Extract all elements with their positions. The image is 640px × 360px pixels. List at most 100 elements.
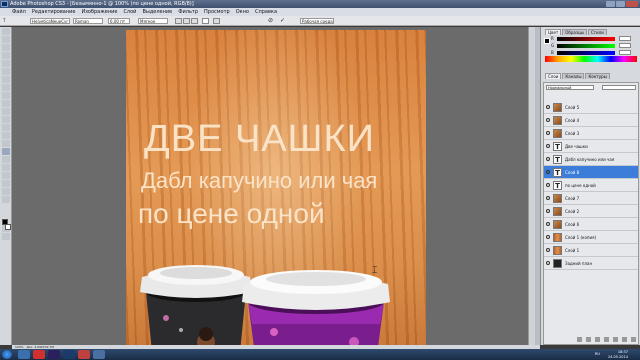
layer-style-icon[interactable]	[586, 337, 591, 342]
visibility-eye-icon[interactable]	[546, 209, 550, 213]
slider-b-bar[interactable]	[557, 51, 615, 55]
new-group-icon[interactable]	[613, 337, 618, 342]
visibility-eye-icon[interactable]	[546, 183, 550, 187]
vertical-scrollbar[interactable]	[528, 27, 535, 345]
layer-row[interactable]: Слой 7	[544, 192, 638, 205]
color-spectrum[interactable]	[545, 56, 637, 62]
stamp-tool-icon[interactable]	[2, 92, 10, 99]
visibility-eye-icon[interactable]	[546, 170, 550, 174]
visibility-eye-icon[interactable]	[546, 248, 550, 252]
adjustment-layer-icon[interactable]	[604, 337, 609, 342]
menu-layer[interactable]: Слой	[123, 8, 136, 16]
align-center-button[interactable]	[183, 18, 190, 24]
layer-row[interactable]: Слой 2	[544, 205, 638, 218]
layer-row[interactable]: Задний план	[544, 257, 638, 270]
zoom-tool-icon[interactable]	[2, 196, 10, 203]
visibility-eye-icon[interactable]	[546, 196, 550, 200]
menu-file[interactable]: Файл	[12, 8, 26, 16]
taskbar-aftereffects-icon[interactable]	[48, 350, 60, 359]
brush-tool-icon[interactable]	[2, 84, 10, 91]
menu-edit[interactable]: Редактирование	[32, 8, 76, 16]
visibility-eye-icon[interactable]	[546, 144, 550, 148]
font-style-select[interactable]: Roman	[73, 18, 103, 24]
layer-row[interactable]: Слой 4	[544, 114, 638, 127]
crop-tool-icon[interactable]	[2, 60, 10, 67]
minimize-button[interactable]	[606, 1, 615, 7]
new-layer-icon[interactable]	[622, 337, 627, 342]
font-size-select[interactable]: 6,00 пт	[108, 18, 130, 24]
slider-g-bar[interactable]	[557, 44, 615, 48]
fg-color-swatch[interactable]	[544, 38, 550, 44]
slice-tool-icon[interactable]	[2, 68, 10, 75]
move-tool-icon[interactable]	[2, 28, 10, 35]
eyedropper-tool-icon[interactable]	[2, 180, 10, 187]
dodge-tool-icon[interactable]	[2, 132, 10, 139]
close-button[interactable]	[626, 1, 638, 7]
taskbar-explorer-icon[interactable]	[18, 350, 30, 359]
healing-tool-icon[interactable]	[2, 76, 10, 83]
taskbar-opera-icon[interactable]	[33, 350, 45, 359]
clock[interactable]: 18:37 24.05.2014	[608, 350, 628, 359]
layer-row[interactable]: T Слой 8	[544, 166, 638, 179]
layer-row[interactable]: Слой 3	[544, 127, 638, 140]
language-indicator[interactable]: RU	[595, 352, 600, 356]
blur-tool-icon[interactable]	[2, 124, 10, 131]
commit-icon[interactable]: ✓	[280, 18, 285, 24]
layer-mask-icon[interactable]	[595, 337, 600, 342]
background-color-swatch[interactable]	[5, 224, 11, 230]
visibility-eye-icon[interactable]	[546, 118, 550, 122]
input-r[interactable]	[619, 36, 631, 41]
slider-g[interactable]: G	[551, 43, 639, 49]
input-g[interactable]	[619, 43, 631, 48]
tab-paths[interactable]: Контуры	[585, 73, 610, 79]
visibility-eye-icon[interactable]	[546, 235, 550, 239]
gradient-tool-icon[interactable]	[2, 116, 10, 123]
menu-image[interactable]: Изображение	[81, 8, 117, 16]
tab-swatches[interactable]: Образцы	[562, 29, 587, 35]
cancel-icon[interactable]: ⊘	[268, 18, 273, 24]
history-brush-tool-icon[interactable]	[2, 100, 10, 107]
menu-help[interactable]: Справка	[255, 8, 277, 16]
path-selection-tool-icon[interactable]	[2, 156, 10, 163]
taskbar-photoshop-icon[interactable]	[63, 350, 75, 359]
layer-row[interactable]: Слой 6	[544, 218, 638, 231]
delete-layer-icon[interactable]	[631, 337, 636, 342]
layer-row[interactable]: Tпо цене одной	[544, 179, 638, 192]
lasso-tool-icon[interactable]	[2, 44, 10, 51]
document-canvas[interactable]: ДВЕ ЧАШКИ Дабл капучино или чая по цене …	[126, 30, 426, 345]
opacity-field[interactable]	[602, 85, 636, 90]
menu-window[interactable]: Окно	[236, 8, 249, 16]
pen-tool-icon[interactable]	[2, 140, 10, 147]
visibility-eye-icon[interactable]	[546, 131, 550, 135]
layer-row[interactable]: Слой 5	[544, 101, 638, 114]
start-button[interactable]	[2, 350, 12, 359]
layer-row[interactable]: Слой 1 (копия)	[544, 231, 638, 244]
tab-layers[interactable]: Слои	[545, 73, 562, 79]
taskbar-media-icon[interactable]	[78, 350, 90, 359]
blend-mode-select[interactable]: Нормальный	[546, 85, 594, 90]
visibility-eye-icon[interactable]	[546, 261, 550, 265]
link-layers-icon[interactable]	[577, 337, 582, 342]
font-family-select[interactable]: HelveticaNeueCyr	[30, 18, 70, 24]
antialias-select[interactable]: Мягкое	[138, 18, 168, 24]
notes-tool-icon[interactable]	[2, 172, 10, 179]
menu-filter[interactable]: Фильтр	[178, 8, 198, 16]
visibility-eye-icon[interactable]	[546, 105, 550, 109]
layer-row[interactable]: T Дабл капучино или чая	[544, 153, 638, 166]
layer-row[interactable]: Слой 1	[544, 244, 638, 257]
input-b[interactable]	[619, 50, 631, 55]
magic-wand-tool-icon[interactable]	[2, 52, 10, 59]
eraser-tool-icon[interactable]	[2, 108, 10, 115]
warp-text-button[interactable]	[213, 18, 220, 24]
align-left-button[interactable]	[175, 18, 182, 24]
screen-mode-icon[interactable]	[2, 233, 10, 240]
visibility-eye-icon[interactable]	[546, 157, 550, 161]
maximize-button[interactable]	[616, 1, 625, 7]
slider-r-bar[interactable]	[557, 37, 615, 41]
type-tool-icon[interactable]	[2, 148, 10, 155]
text-color-swatch[interactable]	[202, 18, 209, 24]
visibility-eye-icon[interactable]	[546, 222, 550, 226]
workspace-select[interactable]: Рабочая среда	[300, 18, 334, 24]
layer-row[interactable]: T Две чашки	[544, 140, 638, 153]
marquee-tool-icon[interactable]	[2, 36, 10, 43]
